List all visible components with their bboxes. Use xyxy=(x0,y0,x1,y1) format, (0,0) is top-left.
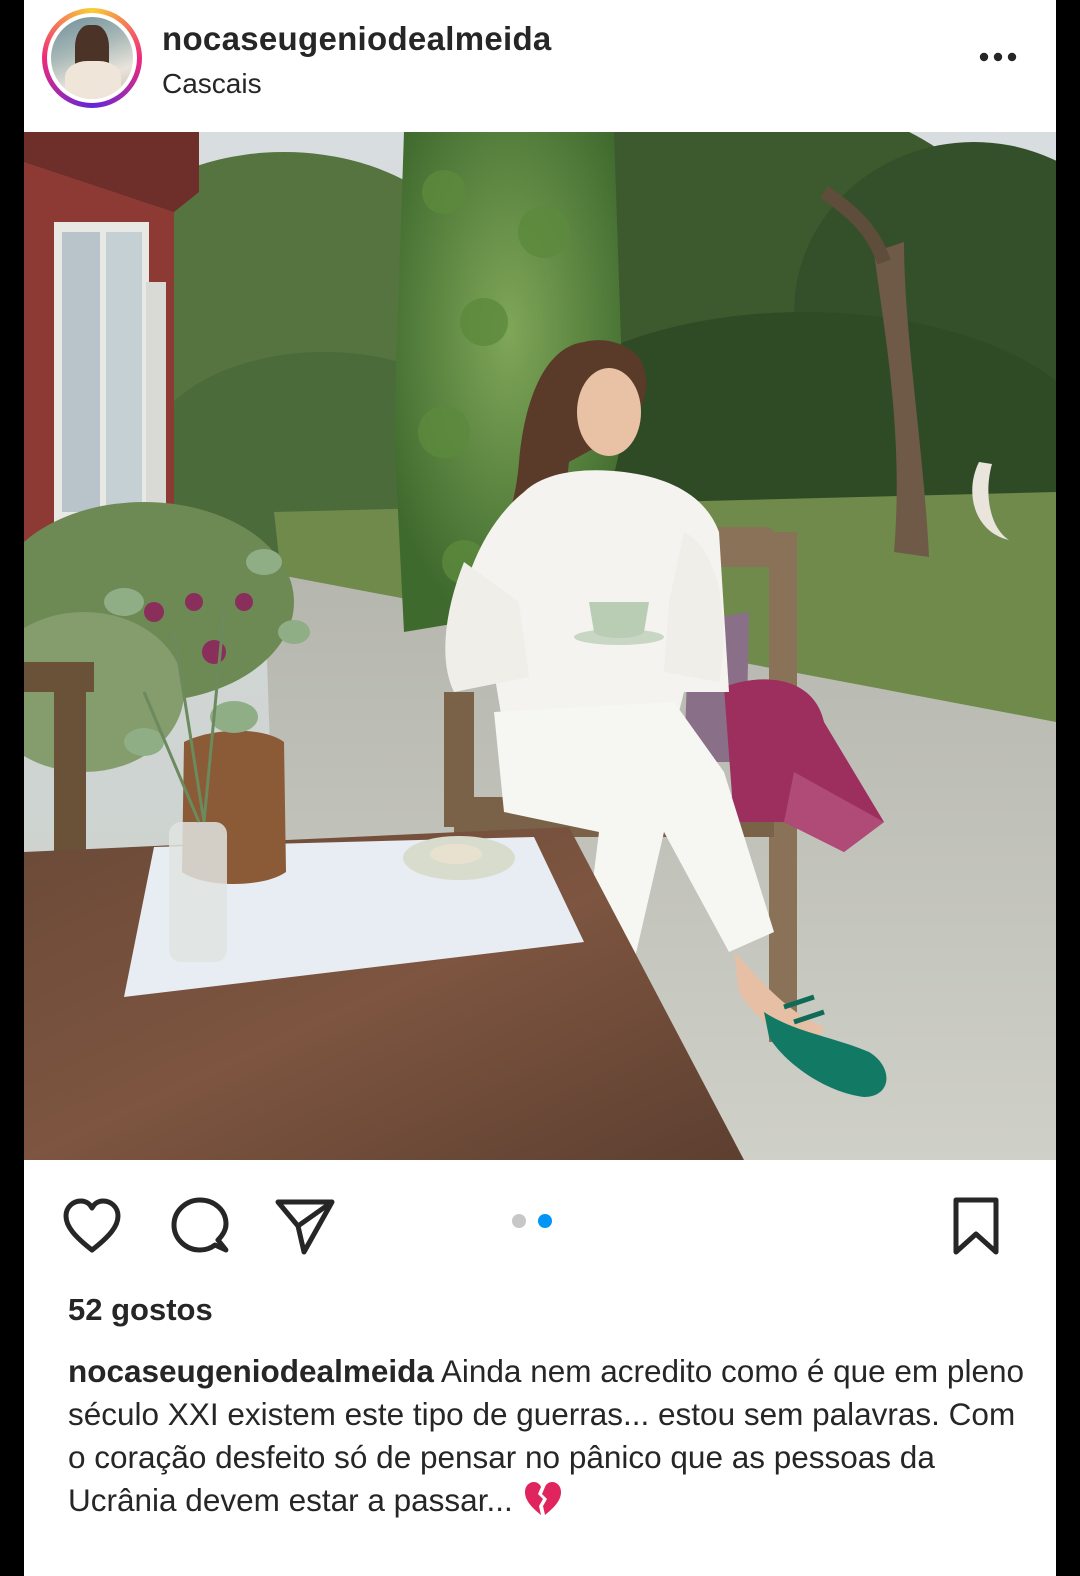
photo-illustration xyxy=(24,132,1056,1160)
post-username[interactable]: nocaseugeniodealmeida xyxy=(162,20,552,58)
story-ring[interactable] xyxy=(42,8,142,108)
avatar-image xyxy=(51,17,133,99)
send-icon[interactable] xyxy=(274,1196,336,1256)
carousel-dot xyxy=(512,1214,526,1228)
post-location[interactable]: Cascais xyxy=(162,68,262,100)
post-header: nocaseugeniodealmeida Cascais xyxy=(24,0,1056,132)
post-photo[interactable] xyxy=(24,132,1056,1160)
caption-username[interactable]: nocaseugeniodealmeida xyxy=(68,1353,434,1389)
bookmark-icon[interactable] xyxy=(950,1196,1002,1256)
instagram-post-card: nocaseugeniodealmeida Cascais 52 gostos … xyxy=(24,0,1056,1576)
more-options-icon[interactable] xyxy=(974,42,1022,72)
post-caption: nocaseugeniodealmeida Ainda nem acredito… xyxy=(68,1350,1028,1522)
carousel-dot-active xyxy=(538,1214,552,1228)
broken-heart-icon xyxy=(524,1482,561,1515)
avatar[interactable] xyxy=(47,13,137,103)
comment-icon[interactable] xyxy=(170,1196,230,1256)
heart-icon[interactable] xyxy=(60,1196,124,1256)
likes-count[interactable]: 52 gostos xyxy=(68,1292,213,1328)
